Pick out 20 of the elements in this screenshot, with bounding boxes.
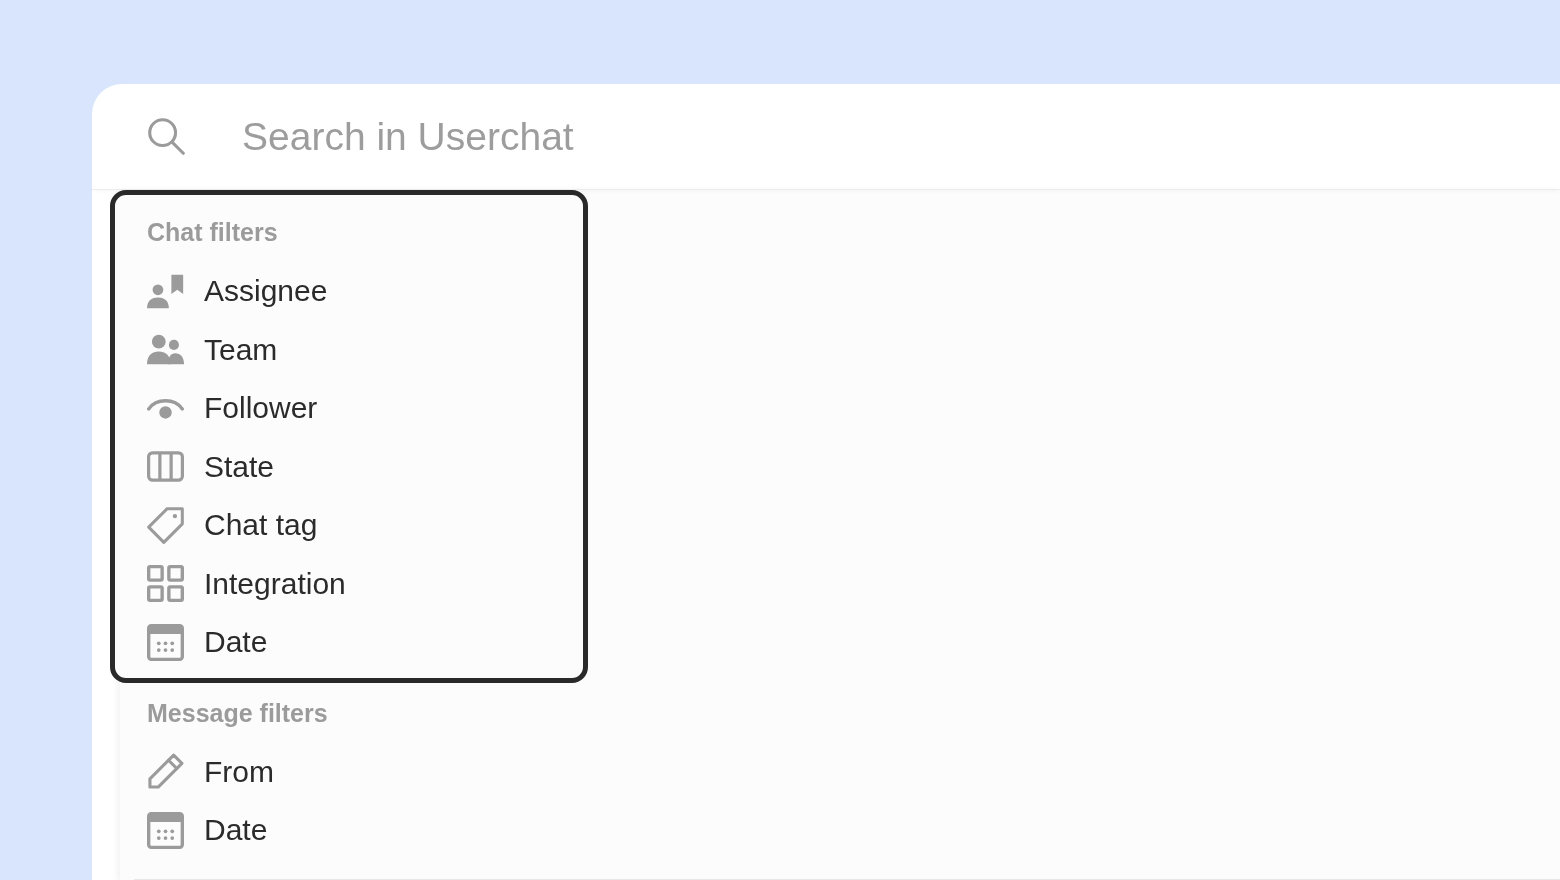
filter-option[interactable]: Date: [147, 801, 268, 860]
filter-option[interactable]: Date: [147, 613, 268, 672]
search-icon: [148, 118, 185, 155]
eye-icon: [147, 397, 184, 419]
filter-option[interactable]: From: [147, 742, 274, 801]
filter-option[interactable]: State: [147, 437, 275, 496]
tag-icon: [147, 506, 184, 544]
section-heading: Message filters: [147, 697, 328, 728]
filter-option[interactable]: Assignee: [147, 262, 328, 321]
calendar-icon: [147, 811, 184, 849]
calendar-icon: [147, 623, 184, 661]
filter-option[interactable]: Chat tag: [147, 496, 318, 555]
person-bookmark-icon: [147, 272, 184, 310]
pencil-icon: [147, 753, 184, 791]
search-field[interactable]: Search in Userchat: [242, 111, 1560, 162]
filter-option[interactable]: Integration: [147, 554, 346, 613]
filter-option[interactable]: Follower: [147, 379, 318, 438]
section-heading: Chat filters: [147, 217, 278, 247]
grid-icon: [147, 565, 184, 603]
filter-option[interactable]: Team: [147, 320, 278, 379]
